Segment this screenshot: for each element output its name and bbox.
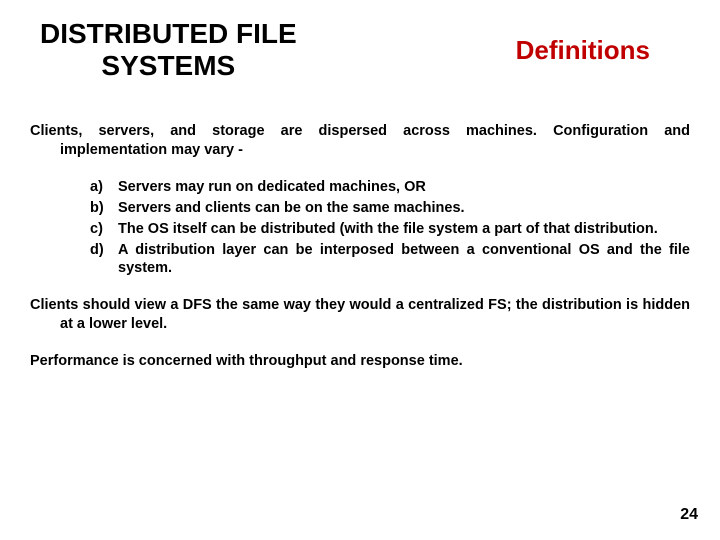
page-number: 24 bbox=[680, 506, 698, 524]
list-text: The OS itself can be distributed (with t… bbox=[118, 220, 690, 239]
list-text: Servers may run on dedicated machines, O… bbox=[118, 178, 690, 197]
list-text: Servers and clients can be on the same m… bbox=[118, 199, 690, 218]
list-item: c) The OS itself can be distributed (wit… bbox=[90, 220, 690, 239]
list-marker: a) bbox=[90, 178, 118, 197]
slide-body: Clients, servers, and storage are disper… bbox=[30, 122, 690, 370]
list-marker: b) bbox=[90, 199, 118, 218]
list-text: A distribution layer can be interposed b… bbox=[118, 241, 690, 279]
list-item: d) A distribution layer can be interpose… bbox=[90, 241, 690, 279]
title-left-line1: DISTRIBUTED FILE bbox=[40, 18, 297, 49]
list-marker: d) bbox=[90, 241, 118, 279]
intro-paragraph: Clients, servers, and storage are disper… bbox=[30, 122, 690, 160]
title-left-line2: SYSTEMS bbox=[101, 50, 235, 81]
definition-list: a) Servers may run on dedicated machines… bbox=[90, 178, 690, 278]
paragraph-3: Performance is concerned with throughput… bbox=[30, 352, 690, 371]
paragraph-2: Clients should view a DFS the same way t… bbox=[30, 296, 690, 334]
title-left: DISTRIBUTED FILE SYSTEMS bbox=[40, 18, 297, 82]
slide-header: DISTRIBUTED FILE SYSTEMS Definitions bbox=[30, 18, 690, 82]
list-marker: c) bbox=[90, 220, 118, 239]
list-item: b) Servers and clients can be on the sam… bbox=[90, 199, 690, 218]
slide: DISTRIBUTED FILE SYSTEMS Definitions Cli… bbox=[0, 0, 720, 540]
list-item: a) Servers may run on dedicated machines… bbox=[90, 178, 690, 197]
title-right: Definitions bbox=[516, 35, 650, 66]
